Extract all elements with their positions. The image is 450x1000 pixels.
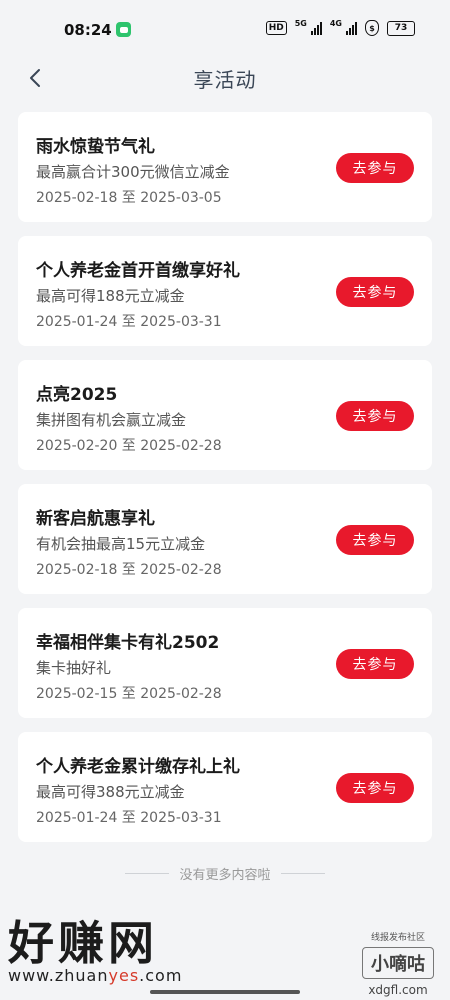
activity-card: 个人养老金累计缴存礼上礼 最高可得388元立减金 2025-01-24 至 20… [18,732,432,842]
watermark-left: 好赚网 www.zhuanyes.com [8,918,182,985]
activity-desc: 有机会抽最高15元立减金 [36,535,206,553]
watermark-brand: 小嘀咕 [362,947,434,979]
activity-desc: 最高可得188元立减金 [36,287,185,305]
activity-date: 2025-01-24 至 2025-03-31 [36,314,222,330]
network-4g-label: 4G [329,19,342,28]
page-title: 享活动 [193,68,257,92]
watermark-right: 线报发布社区 小嘀咕 xdgfl.com [362,930,434,997]
navigation-bar: 享活动 [0,58,450,108]
activity-card: 新客启航惠享礼 有机会抽最高15元立减金 2025-02-18 至 2025-0… [18,484,432,594]
activity-title: 幸福相伴集卡有礼2502 [36,633,220,653]
signal-icon [310,21,322,35]
join-button[interactable]: 去参与 [336,153,414,183]
join-button[interactable]: 去参与 [336,773,414,803]
activity-card: 点亮2025 集拼图有机会赢立减金 2025-02-20 至 2025-02-2… [18,360,432,470]
activity-card: 幸福相伴集卡有礼2502 集卡抽好礼 2025-02-15 至 2025-02-… [18,608,432,718]
activity-card: 雨水惊蛰节气礼 最高赢合计300元微信立减金 2025-02-18 至 2025… [18,112,432,222]
join-button[interactable]: 去参与 [336,401,414,431]
activity-desc: 集卡抽好礼 [36,659,112,677]
activity-date: 2025-02-18 至 2025-03-05 [36,190,222,206]
shield-icon: $ [365,20,379,36]
activity-title: 点亮2025 [36,385,118,405]
watermark-logo-text: 好赚网 [8,916,158,970]
activity-desc: 最高赢合计300元微信立减金 [36,163,230,181]
join-button[interactable]: 去参与 [336,277,414,307]
battery-icon: 73 [387,20,415,36]
activity-title: 个人养老金累计缴存礼上礼 [36,757,240,777]
network-5g-label: 5G [294,19,307,28]
activity-date: 2025-02-20 至 2025-02-28 [36,438,222,454]
status-time: 08:24 [64,21,112,39]
join-button[interactable]: 去参与 [336,649,414,679]
list-end-indicator: 没有更多内容啦 [0,864,450,883]
watermark-site: xdgfl.com [368,983,428,997]
activity-title: 新客启航惠享礼 [36,509,155,529]
message-app-icon [116,22,131,37]
home-indicator[interactable] [150,990,300,994]
activity-title: 雨水惊蛰节气礼 [36,137,155,157]
activity-date: 2025-02-18 至 2025-02-28 [36,562,222,578]
activity-date: 2025-02-15 至 2025-02-28 [36,686,222,702]
watermark-url: www.zhuanyes.com [8,966,183,985]
hd-icon: HD [265,21,287,35]
status-icons: HD 5G 4G $ 73 [265,19,415,36]
activity-date: 2025-01-24 至 2025-03-31 [36,810,222,826]
activity-list: 雨水惊蛰节气礼 最高赢合计300元微信立减金 2025-02-18 至 2025… [18,112,432,856]
activity-title: 个人养老金首开首缴享好礼 [36,261,240,281]
status-bar: 08:24 HD 5G 4G $ 73 [0,0,450,58]
activity-desc: 最高可得388元立减金 [36,783,185,801]
signal-icon-2 [346,21,357,35]
divider [125,873,170,874]
divider [280,873,325,874]
activity-desc: 集拼图有机会赢立减金 [36,411,187,429]
no-more-content-text: 没有更多内容啦 [179,868,271,883]
watermark-caption: 线报发布社区 [370,933,425,943]
join-button[interactable]: 去参与 [336,525,414,555]
activity-card: 个人养老金首开首缴享好礼 最高可得188元立减金 2025-01-24 至 20… [18,236,432,346]
